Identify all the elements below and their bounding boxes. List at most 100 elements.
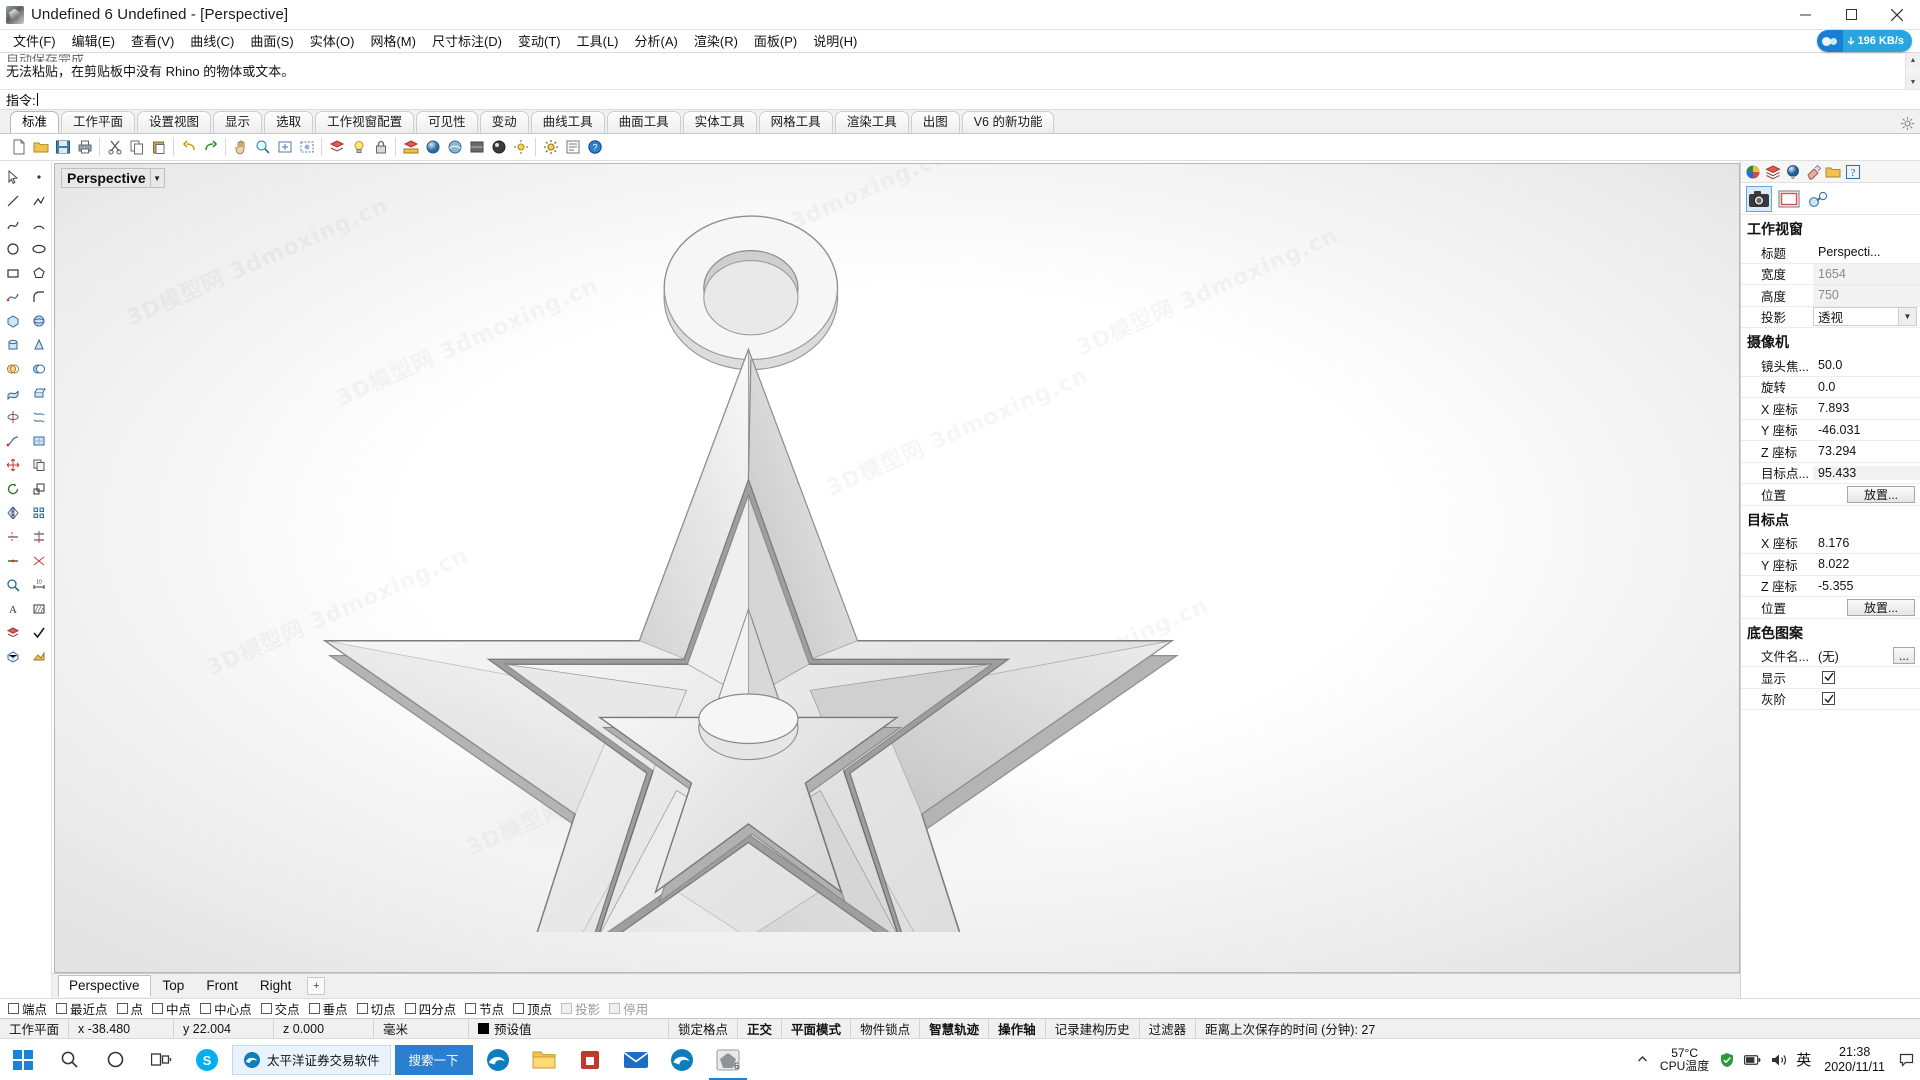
chevron-down-icon[interactable]: ▼ [149, 168, 165, 188]
skype-icon[interactable]: S [184, 1039, 230, 1080]
menu-item-panels[interactable]: 面板(P) [746, 29, 805, 53]
cortana-circle-icon[interactable] [92, 1039, 138, 1080]
menu-item-tools[interactable]: 工具(L) [569, 29, 627, 53]
clock-widget[interactable]: 21:38 2020/11/11 [1820, 1045, 1889, 1075]
osnap-center[interactable]: 中心点 [198, 999, 257, 1018]
copy-icon[interactable] [126, 137, 147, 158]
tab-whats-new-v6[interactable]: V6 的新功能 [961, 111, 1055, 133]
store-icon[interactable] [567, 1039, 613, 1080]
osnap-mid[interactable]: 中点 [150, 999, 196, 1018]
ellipse-icon[interactable] [26, 237, 52, 261]
taskbar-pin-pacific-securities[interactable]: 太平洋证券交易软件 [232, 1044, 391, 1075]
copy-object-icon[interactable] [26, 453, 52, 477]
menu-item-mesh[interactable]: 网格(M) [362, 29, 424, 53]
sphere-icon[interactable] [26, 309, 52, 333]
patch-icon[interactable] [26, 429, 52, 453]
property-row-camera-place[interactable]: 位置 放置... [1741, 484, 1920, 506]
transform-move-icon[interactable] [0, 453, 26, 477]
tab-display[interactable]: 显示 [213, 111, 263, 133]
osnap-knot[interactable]: 节点 [463, 999, 509, 1018]
open-folder-icon[interactable] [30, 137, 51, 158]
select-arrow-icon[interactable] [0, 165, 26, 189]
property-value[interactable]: 0.0 [1813, 380, 1920, 394]
view-tab-front[interactable]: Front [196, 976, 248, 996]
status-toggle-filter[interactable]: 过滤器 [1140, 1018, 1197, 1039]
checkbox[interactable] [200, 1003, 212, 1014]
cut-icon[interactable] [104, 137, 125, 158]
menu-item-render[interactable]: 渲染(R) [686, 29, 746, 53]
status-toggle-grid-snap[interactable]: 锁定格点 [669, 1018, 739, 1039]
battery-icon[interactable] [1744, 1051, 1761, 1068]
scale-icon[interactable] [26, 477, 52, 501]
property-row-camera-y[interactable]: Y 座标 -46.031 [1741, 420, 1920, 441]
eraser-icon[interactable] [1803, 162, 1822, 181]
tab-set-view[interactable]: 设置视图 [137, 111, 212, 133]
box-icon[interactable] [0, 309, 26, 333]
join-icon[interactable] [0, 549, 26, 573]
command-history[interactable]: 自动保存完成 无法粘贴，在剪贴板中没有 Rhino 的物体或文本。 ▲ ▼ [0, 53, 1920, 89]
property-row-show[interactable]: 显示 [1741, 667, 1920, 689]
line-icon[interactable] [0, 189, 26, 213]
property-row-target-y[interactable]: Y 座标 8.022 [1741, 554, 1920, 576]
property-row-title[interactable]: 标题 Perspecti... [1741, 242, 1920, 264]
menu-item-edit[interactable]: 编辑(E) [64, 29, 123, 53]
osnap-intersection[interactable]: 交点 [259, 999, 305, 1018]
shield-green-icon[interactable] [1718, 1051, 1735, 1068]
checkbox[interactable] [465, 1003, 477, 1014]
property-row-grayscale[interactable]: 灰阶 [1741, 689, 1920, 710]
osnap-tangent[interactable]: 切点 [355, 999, 401, 1018]
property-value[interactable]: 50.0 [1813, 358, 1920, 372]
menu-item-analyze[interactable]: 分析(A) [627, 29, 686, 53]
tab-surface-tools[interactable]: 曲面工具 [606, 111, 681, 133]
property-row-target-place[interactable]: 位置 放置... [1741, 597, 1920, 619]
checkbox[interactable] [609, 1003, 621, 1014]
property-row-rotation[interactable]: 旋转 0.0 [1741, 377, 1920, 398]
tab-mesh-tools[interactable]: 网格工具 [758, 111, 833, 133]
paste-icon[interactable] [148, 137, 169, 158]
osnap-vertex[interactable]: 顶点 [511, 999, 557, 1018]
tab-cplane[interactable]: 工作平面 [61, 111, 136, 133]
checkbox[interactable] [8, 1003, 19, 1014]
check-icon[interactable] [26, 621, 52, 645]
layers-icon[interactable] [1763, 162, 1782, 181]
osnap-quadrant[interactable]: 四分点 [403, 999, 462, 1018]
render-icon[interactable] [488, 137, 509, 158]
menu-item-view[interactable]: 查看(V) [123, 29, 182, 53]
status-toggle-planar[interactable]: 平面模式 [782, 1018, 852, 1039]
task-view-icon[interactable] [138, 1039, 184, 1080]
perspective-viewport[interactable]: Perspective ▼ 3D模型网 3dmoxing.cn 3D模型网 3d… [54, 163, 1740, 973]
notification-icon[interactable] [1898, 1051, 1914, 1069]
scroll-up-icon[interactable]: ▲ [1906, 53, 1920, 67]
checkbox[interactable] [561, 1003, 573, 1014]
pan-icon[interactable] [230, 137, 251, 158]
status-toggle-record-history[interactable]: 记录建构历史 [1046, 1018, 1140, 1039]
status-units[interactable]: 毫米 [374, 1018, 470, 1039]
zoom-selected-icon[interactable] [296, 137, 317, 158]
circle-icon[interactable] [0, 237, 26, 261]
browser-green-icon[interactable] [659, 1039, 705, 1080]
checkbox[interactable] [356, 1003, 368, 1014]
undo-icon[interactable] [178, 137, 199, 158]
point-icon[interactable] [26, 165, 52, 189]
boolean-diff-icon[interactable] [26, 357, 52, 381]
menu-item-dimension[interactable]: 尺寸标注(D) [424, 29, 510, 53]
projection-dropdown[interactable]: 透视 ▼ [1813, 307, 1917, 327]
loft-icon[interactable] [26, 405, 52, 429]
render-sphere-icon[interactable] [422, 137, 443, 158]
trim-icon[interactable] [0, 525, 26, 549]
property-row-lens-length[interactable]: 镜头焦... 50.0 [1741, 355, 1920, 377]
property-value[interactable]: 8.176 [1813, 536, 1920, 550]
network-speed-badge[interactable]: 196 KB/s [1816, 30, 1912, 52]
tab-curve-tools[interactable]: 曲线工具 [530, 111, 605, 133]
properties-icon[interactable] [562, 137, 583, 158]
tab-viewport-layout[interactable]: 工作视窗配置 [315, 111, 415, 133]
light-bulb-icon[interactable] [348, 137, 369, 158]
chevron-down-icon[interactable]: ▼ [1898, 308, 1916, 326]
zoom-window-icon[interactable] [252, 137, 273, 158]
show-checkbox-wrap[interactable] [1813, 670, 1920, 684]
curve-tools-icon[interactable] [0, 285, 26, 309]
polygon-icon[interactable] [26, 261, 52, 285]
search-icon[interactable] [46, 1039, 92, 1080]
property-value[interactable]: 8.022 [1813, 557, 1920, 571]
tab-visibility[interactable]: 可见性 [416, 111, 478, 133]
